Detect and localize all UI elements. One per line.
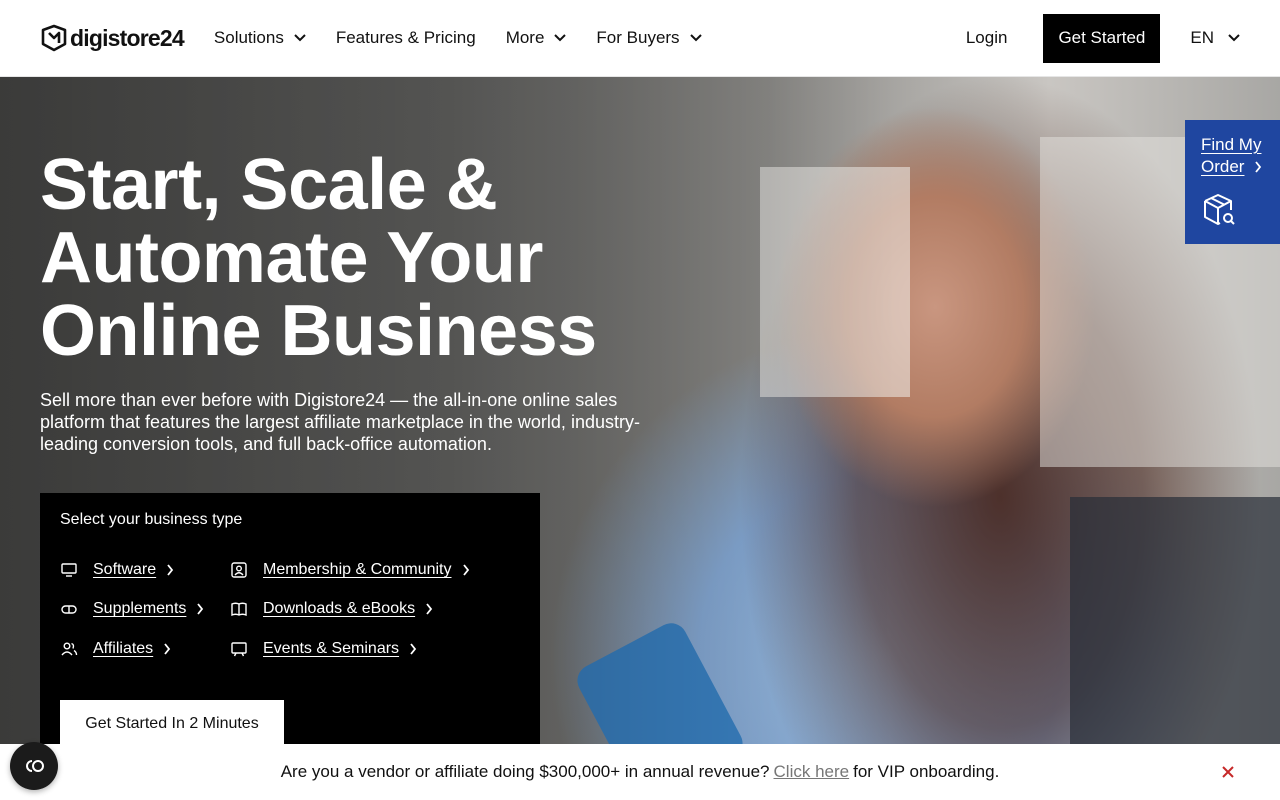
nav-solutions-label: Solutions <box>213 28 284 47</box>
business-type-label: Downloads & eBooks <box>263 600 416 617</box>
cookie-settings-button[interactable] <box>10 742 58 790</box>
hero-title-line: Start, Scale & <box>40 145 498 225</box>
chevron-right-icon <box>426 603 433 615</box>
find-my-order-line2: Order <box>1201 157 1245 176</box>
banner-click-here-link[interactable]: Click here <box>774 762 850 782</box>
business-type-title: Select your business type <box>60 511 243 528</box>
banner-text-after: for VIP onboarding. <box>853 762 1000 781</box>
chevron-right-icon <box>164 643 171 655</box>
hero-title-line: Online Business <box>40 291 597 371</box>
nav-more-label: More <box>505 28 545 47</box>
chevron-right-icon <box>462 564 469 576</box>
business-type-supplements[interactable]: Supplements <box>60 600 204 618</box>
business-type-affiliates[interactable]: Affiliates <box>60 640 171 658</box>
nav-features-pricing-label: Features & Pricing <box>335 28 476 47</box>
hero-section: Start, Scale & Automate Your Online Busi… <box>0 77 1280 744</box>
nav-features-pricing[interactable]: Features & Pricing <box>336 28 476 48</box>
site-header: digistore24 Solutions Features & Pricing… <box>0 0 1280 77</box>
get-started-button[interactable]: Get Started <box>1043 13 1161 63</box>
users-icon <box>61 642 78 656</box>
business-type-panel: Select your business type Software Membe… <box>40 493 540 744</box>
logo-text: digistore24 <box>70 24 185 51</box>
business-type-label: Affiliates <box>93 640 154 657</box>
chevron-down-icon <box>554 34 567 42</box>
logo[interactable]: digistore24 <box>40 24 185 52</box>
presentation-icon <box>231 642 247 657</box>
find-my-order-widget[interactable]: Find My Order <box>1185 120 1280 244</box>
nav-for-buyers[interactable]: For Buyers <box>596 28 702 48</box>
hero-subtitle: Sell more than ever before with Digistor… <box>40 390 640 454</box>
chevron-right-icon <box>410 643 417 655</box>
banner-text-before: Are you a vendor or affiliate doing $300… <box>280 762 770 781</box>
header-actions: Login Get Started EN <box>966 13 1240 63</box>
vip-onboarding-banner: Are you a vendor or affiliate doing $300… <box>0 744 1280 800</box>
nav-more[interactable]: More <box>506 28 567 48</box>
logo-mark-icon <box>41 24 67 52</box>
monitor-icon <box>61 563 77 577</box>
package-search-icon <box>1204 194 1235 225</box>
business-type-downloads[interactable]: Downloads & eBooks <box>230 600 433 618</box>
cookie-consent-icon <box>26 760 44 772</box>
business-type-events[interactable]: Events & Seminars <box>230 640 417 658</box>
book-icon <box>231 602 247 617</box>
language-selector[interactable]: EN <box>1190 28 1240 48</box>
business-type-label: Membership & Community <box>263 561 452 578</box>
member-card-icon <box>231 562 247 578</box>
nav-solutions[interactable]: Solutions <box>214 28 306 48</box>
chevron-right-icon <box>1255 161 1262 173</box>
business-type-label: Events & Seminars <box>263 640 400 657</box>
close-icon[interactable] <box>1220 764 1236 780</box>
hero-title: Start, Scale & Automate Your Online Busi… <box>40 149 680 368</box>
main-nav: Solutions Features & Pricing More For Bu… <box>214 28 732 48</box>
get-started-2-minutes-button[interactable]: Get Started In 2 Minutes <box>60 700 284 744</box>
language-label: EN <box>1190 28 1214 47</box>
chevron-right-icon <box>167 564 174 576</box>
nav-for-buyers-label: For Buyers <box>596 28 680 47</box>
business-type-membership[interactable]: Membership & Community <box>230 561 470 579</box>
capsule-icon <box>61 605 77 614</box>
find-my-order-line2-row: Order <box>1201 156 1264 178</box>
business-type-label: Software <box>93 561 157 578</box>
chevron-down-icon <box>1228 34 1240 42</box>
hero-title-line: Automate Your <box>40 218 543 298</box>
find-my-order-line1: Find My <box>1201 135 1262 154</box>
chevron-down-icon <box>689 34 702 42</box>
business-type-software[interactable]: Software <box>60 561 174 579</box>
business-type-label: Supplements <box>93 600 187 617</box>
login-link[interactable]: Login <box>966 28 1008 48</box>
chevron-down-icon <box>294 34 306 42</box>
chevron-right-icon <box>197 603 204 615</box>
